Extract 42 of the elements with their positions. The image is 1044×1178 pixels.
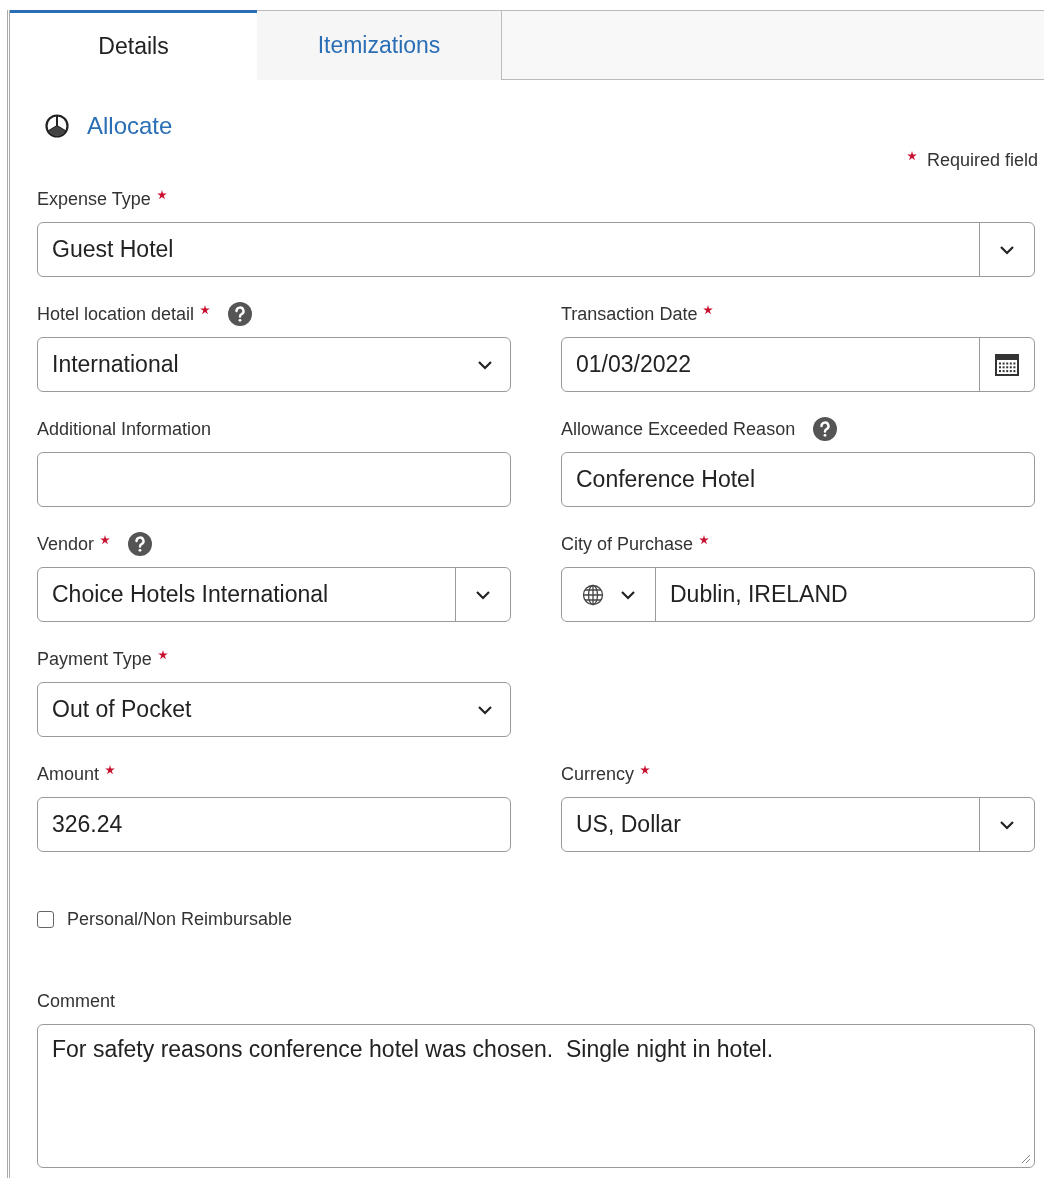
chevron-down-icon (619, 589, 636, 600)
select-field[interactable]: US, Dollar (561, 797, 1035, 852)
select-field[interactable]: Choice Hotels International (37, 567, 511, 622)
city-field[interactable]: Dublin, IRELAND (561, 567, 1035, 622)
required-icon (906, 151, 917, 161)
field-label: Allowance Exceeded Reason (561, 417, 796, 441)
date-field[interactable]: 01/03/2022 (561, 337, 1035, 392)
field-label: Hotel location detail (37, 302, 195, 326)
field-label: Vendor (37, 532, 95, 556)
resize-handle-icon[interactable] (1021, 1154, 1031, 1164)
tab[interactable]: Details (10, 10, 257, 80)
comment-field[interactable]: For safety reasons conference hotel was chosen. Single night in hotel. (37, 1024, 1035, 1168)
globe-icon (581, 583, 604, 606)
field-label: Currency (561, 762, 635, 786)
calendar-icon[interactable] (995, 353, 1019, 376)
field-label: City of Purchase (561, 532, 694, 556)
chevron-down-icon (477, 704, 493, 715)
required-note: Required field (926, 148, 1038, 172)
field-label: Transaction Date (561, 302, 698, 326)
help-icon[interactable] (228, 302, 253, 326)
field-label: Expense Type (37, 187, 151, 211)
chevron-down-icon (999, 819, 1015, 830)
field-label: Payment Type (37, 647, 152, 671)
text-field[interactable] (37, 452, 511, 507)
checkbox-label: Personal/Non Reimbursable (67, 907, 293, 931)
checkbox[interactable] (37, 910, 54, 928)
tab[interactable]: Itemizations (257, 11, 502, 80)
field-label: Additional Information (37, 417, 212, 441)
field-label: Comment (37, 989, 116, 1013)
chevron-down-icon (475, 589, 491, 600)
select-field[interactable]: Out of Pocket (37, 682, 511, 737)
text-field[interactable]: 326.24 (37, 797, 511, 852)
select-field[interactable]: International (37, 337, 511, 392)
pie-chart-icon (45, 114, 69, 138)
text-field[interactable]: Conference Hotel (561, 452, 1035, 507)
help-icon[interactable] (128, 532, 153, 556)
select-field[interactable]: Guest Hotel (37, 222, 1035, 277)
chevron-down-icon (477, 359, 493, 370)
chevron-down-icon (999, 244, 1015, 255)
help-icon[interactable] (813, 417, 838, 441)
field-label: Amount (37, 762, 100, 786)
allocate-link[interactable]: Allocate (87, 108, 173, 144)
